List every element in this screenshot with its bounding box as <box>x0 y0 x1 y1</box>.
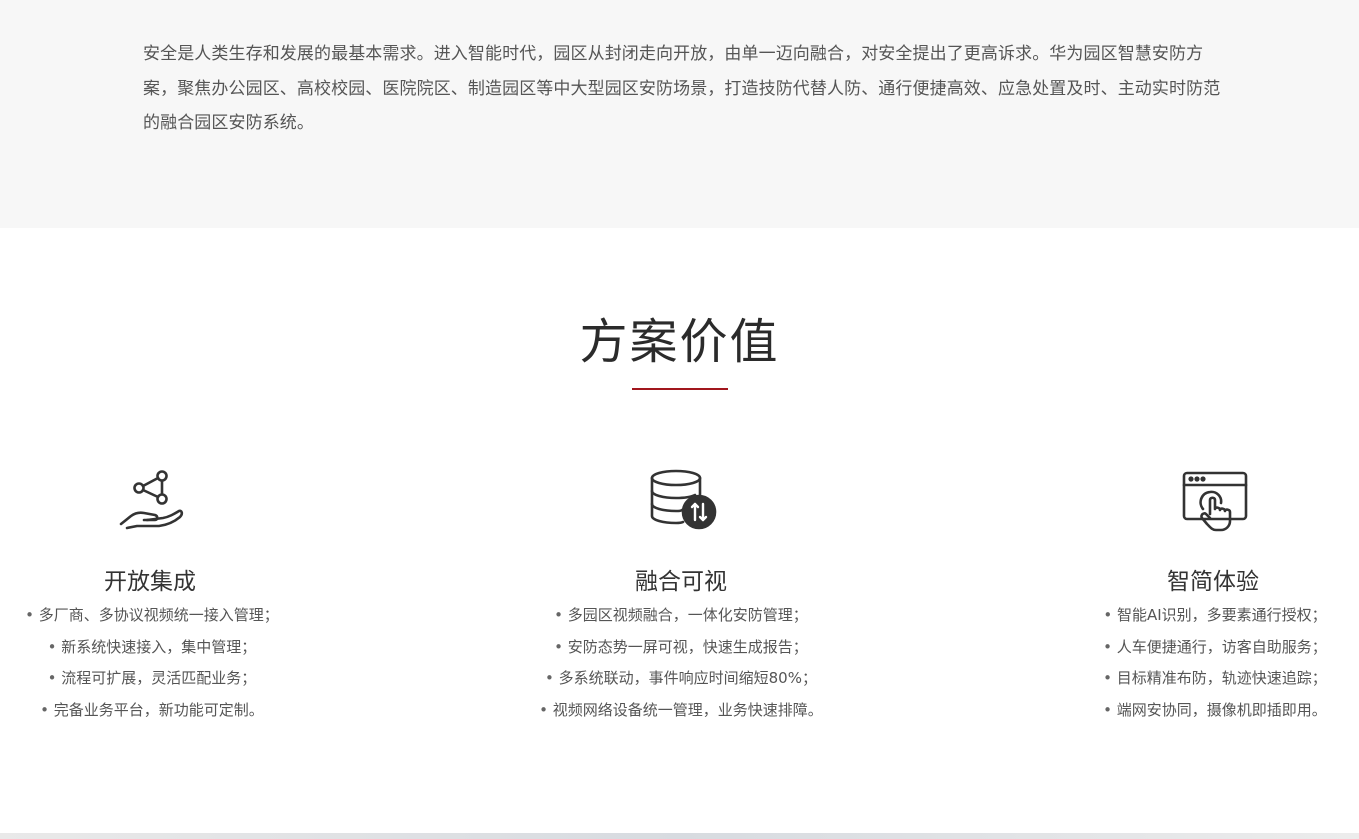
list-item: 智能AI识别，多要素通行授权； <box>1094 600 1336 632</box>
title-underline <box>632 388 728 390</box>
list-item: 目标精准布防，轨迹快速追踪； <box>1094 663 1336 695</box>
list-item: 多系统联动，事件响应时间缩短80%； <box>525 663 837 695</box>
feature-list: 智能AI识别，多要素通行授权； 人车便捷通行，访客自助服务； 目标精准布防，轨迹… <box>1094 600 1336 726</box>
hand-network-icon <box>117 466 185 538</box>
feature-title: 智简体验 <box>1167 569 1259 595</box>
list-item: 完备业务平台，新功能可定制。 <box>17 695 287 727</box>
database-sync-icon <box>648 468 718 536</box>
footer-divider <box>0 833 1359 839</box>
feature-list: 多厂商、多协议视频统一接入管理； 新系统快速接入，集中管理； 流程可扩展，灵活匹… <box>17 600 287 726</box>
list-item: 新系统快速接入，集中管理； <box>17 632 287 664</box>
feature-title: 融合可视 <box>635 569 727 595</box>
list-item: 流程可扩展，灵活匹配业务； <box>17 663 287 695</box>
list-item: 端网安协同，摄像机即插即用。 <box>1094 695 1336 727</box>
list-item: 多厂商、多协议视频统一接入管理； <box>17 600 287 632</box>
intro-text: 安全是人类生存和发展的最基本需求。进入智能时代，园区从封闭走向开放，由单一迈向融… <box>143 44 1221 133</box>
feature-title: 开放集成 <box>104 569 196 595</box>
section-title: 方案价值 <box>579 314 780 370</box>
list-item: 安防态势一屏可视，快速生成报告； <box>525 632 837 664</box>
list-item: 人车便捷通行，访客自助服务； <box>1094 632 1336 664</box>
intro-section: 安全是人类生存和发展的最基本需求。进入智能时代，园区从封闭走向开放，由单一迈向融… <box>0 0 1359 228</box>
feature-list: 多园区视频融合，一体化安防管理； 安防态势一屏可视，快速生成报告； 多系统联动，… <box>525 600 837 726</box>
list-item: 视频网络设备统一管理，业务快速排障。 <box>525 695 837 727</box>
list-item: 多园区视频融合，一体化安防管理； <box>525 600 837 632</box>
browser-touch-icon <box>1181 469 1249 537</box>
